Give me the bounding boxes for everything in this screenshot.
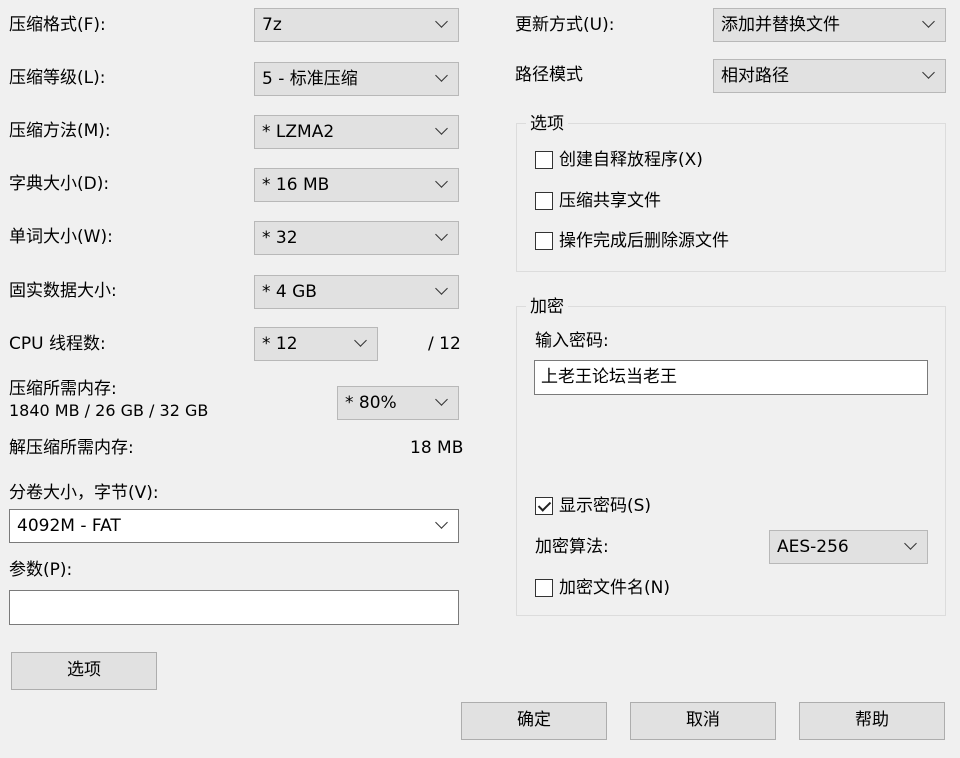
cpu-select[interactable]: * 12	[254, 327, 378, 361]
method-value: * LZMA2	[262, 122, 335, 142]
show-password-checkbox[interactable]	[535, 497, 553, 515]
mem-decompress-value: 18 MB	[410, 438, 464, 458]
chevron-down-icon	[435, 175, 448, 188]
word-label: 单词大小(W):	[9, 227, 113, 247]
update-label: 更新方式(U):	[515, 15, 615, 35]
volume-label: 分卷大小，字节(V):	[9, 483, 159, 503]
method-label: 压缩方法(M):	[9, 121, 111, 141]
encrypt-group	[516, 306, 946, 616]
path-label: 路径模式	[515, 65, 583, 85]
cpu-total: / 12	[428, 334, 461, 354]
mem-percent-value: * 80%	[345, 393, 397, 413]
encrypt-group-title: 加密	[526, 296, 568, 318]
word-select[interactable]: * 32	[254, 221, 459, 255]
sfx-checkbox[interactable]	[535, 151, 553, 169]
method-select[interactable]: * LZMA2	[254, 115, 459, 149]
options-button[interactable]: 选项	[11, 652, 157, 690]
encrypt-method-select[interactable]: AES-256	[769, 530, 928, 564]
mem-decompress-label: 解压缩所需内存:	[9, 438, 134, 458]
update-select[interactable]: 添加并替换文件	[713, 8, 946, 42]
mem-compress-detail: 1840 MB / 26 GB / 32 GB	[9, 401, 209, 420]
delete-source-label[interactable]: 操作完成后删除源文件	[559, 230, 729, 252]
params-label: 参数(P):	[9, 560, 73, 580]
chevron-down-icon	[435, 228, 448, 241]
path-select[interactable]: 相对路径	[713, 59, 946, 93]
dict-label: 字典大小(D):	[9, 174, 110, 194]
password-input[interactable]: 上老王论坛当老王	[534, 360, 928, 395]
show-password-label[interactable]: 显示密码(S)	[559, 495, 651, 517]
password-value: 上老王论坛当老王	[541, 367, 677, 387]
update-value: 添加并替换文件	[721, 15, 840, 35]
chevron-down-icon	[435, 393, 448, 406]
volume-value: 4092M - FAT	[17, 516, 121, 536]
shared-checkbox[interactable]	[535, 192, 553, 210]
sfx-label[interactable]: 创建自释放程序(X)	[559, 149, 703, 171]
shared-label[interactable]: 压缩共享文件	[559, 190, 661, 212]
word-value: * 32	[262, 228, 298, 248]
cpu-value: * 12	[262, 334, 298, 354]
encrypt-method-label: 加密算法:	[535, 537, 609, 557]
level-label: 压缩等级(L):	[9, 68, 106, 88]
mem-compress-label: 压缩所需内存:	[9, 379, 117, 399]
ok-button[interactable]: 确定	[461, 702, 607, 740]
cancel-button[interactable]: 取消	[630, 702, 776, 740]
password-label: 输入密码:	[535, 331, 609, 351]
chevron-down-icon	[922, 66, 935, 79]
level-value: 5 - 标准压缩	[262, 69, 358, 89]
chevron-down-icon	[922, 15, 935, 28]
volume-select[interactable]: 4092M - FAT	[9, 509, 459, 543]
dict-select[interactable]: * 16 MB	[254, 168, 459, 202]
path-value: 相对路径	[721, 66, 789, 86]
dict-value: * 16 MB	[262, 175, 330, 195]
options-group-title: 选项	[526, 113, 568, 135]
delete-source-checkbox[interactable]	[535, 232, 553, 250]
format-select[interactable]: 7z	[254, 8, 459, 42]
chevron-down-icon	[435, 282, 448, 295]
encrypt-names-checkbox[interactable]	[535, 579, 553, 597]
chevron-down-icon	[904, 537, 917, 550]
chevron-down-icon	[435, 15, 448, 28]
chevron-down-icon	[354, 334, 367, 347]
cpu-label: CPU 线程数:	[9, 334, 106, 354]
solid-label: 固实数据大小:	[9, 281, 117, 301]
mem-percent-select[interactable]: * 80%	[337, 386, 459, 420]
params-input[interactable]	[9, 590, 459, 625]
level-select[interactable]: 5 - 标准压缩	[254, 62, 459, 96]
solid-value: * 4 GB	[262, 282, 317, 302]
chevron-down-icon	[435, 122, 448, 135]
help-button[interactable]: 帮助	[799, 702, 945, 740]
encrypt-method-value: AES-256	[777, 537, 849, 557]
chevron-down-icon	[435, 69, 448, 82]
encrypt-names-label[interactable]: 加密文件名(N)	[559, 577, 670, 599]
format-value: 7z	[262, 15, 282, 35]
format-label: 压缩格式(F):	[9, 15, 106, 35]
solid-select[interactable]: * 4 GB	[254, 275, 459, 309]
chevron-down-icon	[435, 516, 448, 529]
